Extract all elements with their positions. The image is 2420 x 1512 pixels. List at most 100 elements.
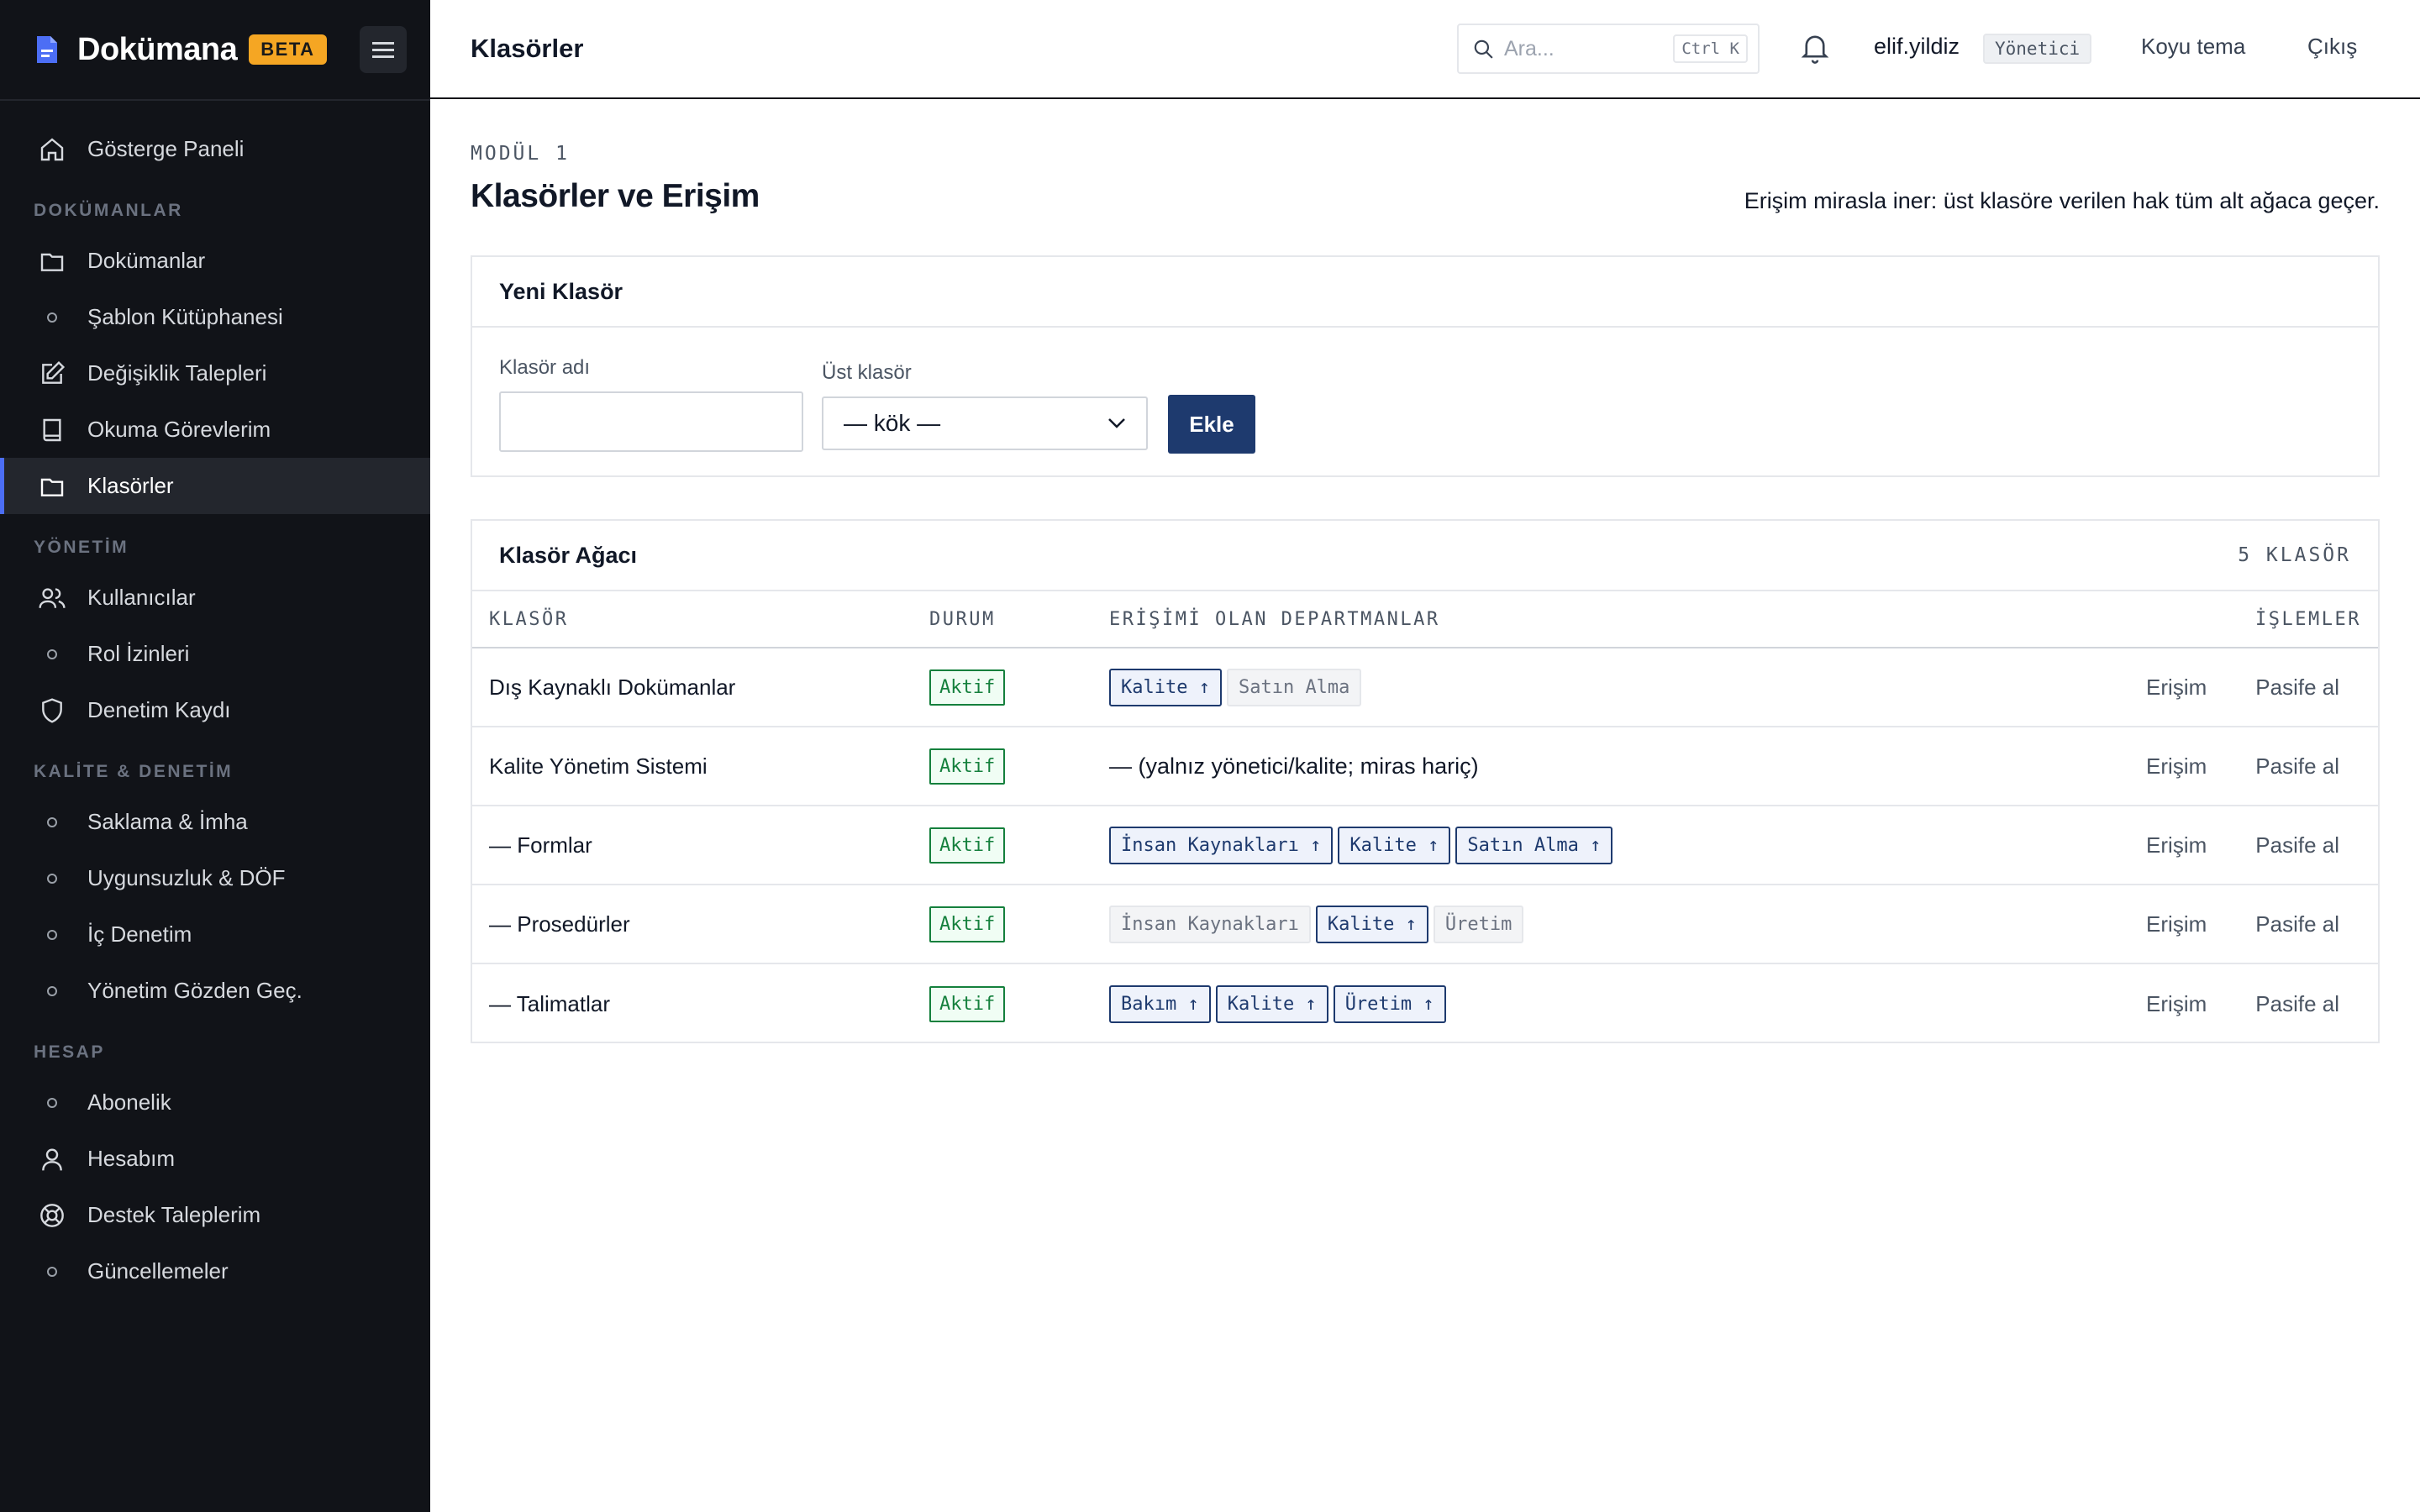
sidebar-item-label: Hesabım [87, 1146, 176, 1171]
user-icon [42, 1147, 62, 1170]
bullet-icon [47, 985, 57, 996]
access-button[interactable]: Erişim [2146, 675, 2207, 701]
home-icon [40, 137, 64, 160]
sidebar-section-title: KALİTE & DENETİM [34, 762, 234, 781]
folder-icon [40, 478, 64, 496]
sidebar-item-account[interactable]: Hesabım [0, 1131, 430, 1187]
folder-icon [40, 253, 64, 271]
sidebar-item-internal-audit[interactable]: İç Denetim [0, 906, 430, 963]
sidebar-item-label: İç Denetim [87, 921, 192, 947]
search-icon [1474, 39, 1493, 59]
department-list: Kalite ↑ Satın Alma [1109, 668, 1362, 706]
bullet-icon [47, 312, 57, 323]
shield-icon [42, 697, 62, 723]
sidebar-item-subscription[interactable]: Abonelik [0, 1074, 430, 1131]
deactivate-button[interactable]: Pasife al [2255, 911, 2339, 937]
access-button[interactable]: Erişim [2146, 991, 2207, 1017]
brand-name: Dokümana [77, 31, 238, 67]
parent-folder-select[interactable]: — kök — [822, 396, 1148, 450]
sidebar-item-retention-disposal[interactable]: Saklama & İmha [0, 794, 430, 850]
search-input[interactable] [1504, 36, 1672, 61]
access-button[interactable]: Erişim [2146, 753, 2207, 780]
sidebar-item-label: Şablon Kütüphanesi [87, 304, 283, 329]
department-list: Bakım ↑ Kalite ↑ Üretim ↑ [1109, 984, 1446, 1023]
folder-tree-card: Klasör Ağacı 5 KLASÖR KLASÖR DURUM ERİŞİ… [471, 519, 2380, 1043]
folder-name: — Formlar [489, 832, 592, 858]
users-icon [39, 587, 66, 608]
department-list: — (yalnız yönetici/kalite; miras hariç) [1109, 753, 1479, 780]
menu-toggle-button[interactable] [360, 26, 407, 73]
bullet-icon [47, 929, 57, 940]
card-title: Yeni Klasör [472, 257, 2378, 328]
sidebar-item-change-requests[interactable]: Değişiklik Talepleri [0, 345, 430, 402]
sidebar-item-reading-tasks[interactable]: Okuma Görevlerim [0, 402, 430, 458]
department-chip-inherited: Kalite ↑ [1109, 668, 1222, 706]
department-chip-inherited: Kalite ↑ [1215, 984, 1328, 1023]
folder-name: — Talimatlar [489, 990, 611, 1016]
sidebar-item-label: Uygunsuzluk & DÖF [87, 865, 286, 890]
sidebar-item-dashboard[interactable]: Gösterge Paneli [0, 121, 430, 177]
sidebar-item-label: Klasörler [87, 473, 174, 498]
deactivate-button[interactable]: Pasife al [2255, 991, 2339, 1017]
sidebar-item-template-library[interactable]: Şablon Kütüphanesi [0, 289, 430, 345]
parent-folder-label: Üst klasör [822, 361, 912, 384]
table-row: — Talimatlar Aktif Bakım ↑ Kalite ↑ Üret… [472, 964, 2378, 1043]
department-chip-inherited: Kalite ↑ [1315, 905, 1428, 943]
bullet-icon [47, 1097, 57, 1108]
deactivate-button[interactable]: Pasife al [2255, 675, 2339, 701]
hamburger-icon [372, 42, 394, 58]
table-row: Dış Kaynaklı Dokümanlar Aktif Kalite ↑ S… [472, 648, 2378, 727]
brand-bar: Dokümana BETA [0, 0, 430, 101]
sidebar-item-management-review[interactable]: Yönetim Gözden Geç. [0, 963, 430, 1019]
search-box[interactable]: Ctrl K [1457, 24, 1760, 74]
deactivate-button[interactable]: Pasife al [2255, 832, 2339, 858]
parent-folder-field: Üst klasör — kök — [822, 361, 1148, 450]
sidebar-item-label: Yönetim Gözden Geç. [87, 978, 302, 1003]
deactivate-button[interactable]: Pasife al [2255, 753, 2339, 780]
sidebar-item-label: Destek Taleplerim [87, 1202, 261, 1227]
department-chip-inherited: Kalite ↑ [1338, 826, 1451, 864]
sidebar-item-users[interactable]: Kullanıcılar [0, 570, 430, 626]
logout-button[interactable]: Çıkış [2307, 34, 2357, 60]
bullet-icon [47, 873, 57, 884]
chevron-down-icon [1108, 418, 1125, 428]
sidebar-item-role-permissions[interactable]: Rol İzinleri [0, 626, 430, 682]
dark-theme-toggle[interactable]: Koyu tema [2141, 34, 2245, 60]
status-badge: Aktif [929, 669, 1006, 706]
sidebar-item-label: Abonelik [87, 1089, 171, 1115]
edit-icon [42, 360, 66, 384]
sidebar-item-label: Denetim Kaydı [87, 697, 231, 722]
sidebar-item-nonconformity[interactable]: Uygunsuzluk & DÖF [0, 850, 430, 906]
department-chip: Üretim [1433, 905, 1524, 943]
sidebar-item-folders[interactable]: Klasörler [0, 458, 430, 514]
column-header-folder: KLASÖR [489, 608, 569, 630]
notifications-button[interactable] [1800, 32, 1833, 66]
access-button[interactable]: Erişim [2146, 911, 2207, 937]
sidebar-section-title: DOKÜMANLAR [34, 201, 183, 220]
access-button[interactable]: Erişim [2146, 832, 2207, 858]
status-badge: Aktif [929, 748, 1006, 785]
sidebar-item-label: Kullanıcılar [87, 585, 196, 610]
sidebar-item-audit-log[interactable]: Denetim Kaydı [0, 682, 430, 738]
table-row: — Prosedürler Aktif İnsan Kaynakları Kal… [472, 885, 2378, 964]
department-chip-inherited: Bakım ↑ [1109, 984, 1211, 1023]
beta-badge: BETA [249, 34, 327, 65]
sidebar-item-support-tickets[interactable]: Destek Taleplerim [0, 1187, 430, 1243]
sidebar-item-label: Rol İzinleri [87, 641, 190, 666]
add-folder-button[interactable]: Ekle [1168, 395, 1255, 454]
status-badge: Aktif [929, 985, 1006, 1022]
bullet-icon [47, 648, 57, 659]
sidebar: Dokümana BETA Gösterge Paneli DOKÜMANLAR… [0, 0, 430, 1512]
sidebar-item-updates[interactable]: Güncellemeler [0, 1243, 430, 1299]
sidebar-item-label: Güncellemeler [87, 1258, 229, 1284]
folder-tree-header: Klasör Ağacı 5 KLASÖR [472, 521, 2378, 591]
card-title: Klasör Ağacı [499, 542, 638, 568]
page-title: Klasörler ve Erişim [471, 178, 760, 214]
column-header-actions: İŞLEMLER [2255, 608, 2361, 630]
inheritance-note: Erişim mirasla iner: üst klasöre verilen… [1744, 188, 2380, 213]
current-user-name: elif.yildiz [1874, 34, 1960, 59]
parent-folder-value: — kök — [844, 410, 941, 436]
sidebar-item-documents[interactable]: Dokümanlar [0, 233, 430, 289]
folder-name-input[interactable] [499, 391, 803, 452]
status-badge: Aktif [929, 827, 1006, 864]
